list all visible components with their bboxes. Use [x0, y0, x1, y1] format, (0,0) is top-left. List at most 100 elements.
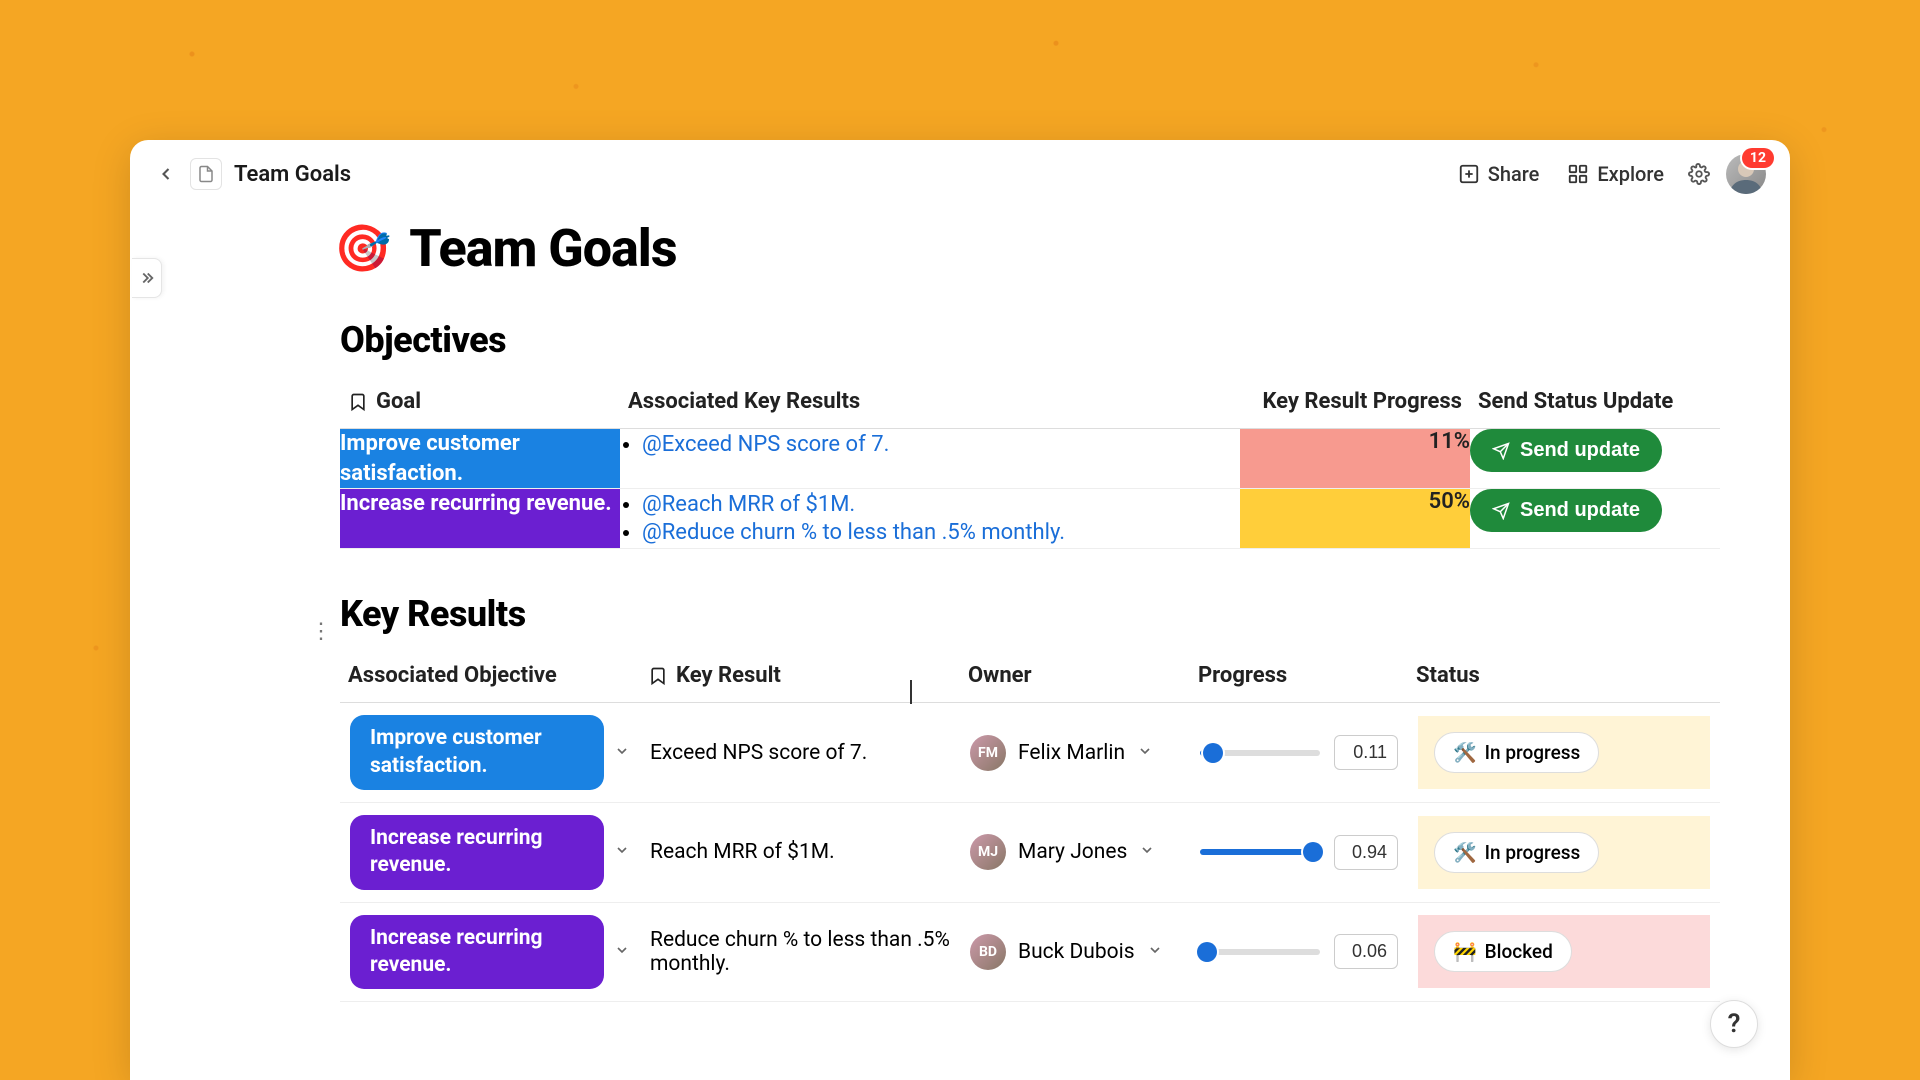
user-avatar[interactable]: 12 [1726, 154, 1766, 194]
assoc-kr-cell: @Exceed NPS score of 7. [620, 429, 1240, 489]
owner-avatar: MJ [970, 834, 1006, 870]
row-actions-button[interactable]: ⋮ [310, 619, 332, 644]
share-label: Share [1488, 162, 1540, 186]
status-cell: 🚧Blocked [1408, 902, 1720, 1002]
col-assoc-obj[interactable]: Associated Objective [340, 653, 640, 703]
gear-icon [1688, 163, 1710, 185]
progress-slider[interactable] [1200, 750, 1320, 756]
chevron-down-icon[interactable] [1137, 741, 1153, 765]
share-button[interactable]: Share [1450, 158, 1548, 190]
send-cell: Send update [1470, 489, 1720, 549]
progress-slider[interactable] [1200, 849, 1320, 855]
col-key-result[interactable]: Key Result [640, 653, 960, 703]
key-result-cell[interactable]: Reduce churn % to less than .5% monthly. [640, 902, 960, 1002]
breadcrumb-title[interactable]: Team Goals [234, 162, 351, 187]
col-status[interactable]: Status [1408, 653, 1720, 703]
progress-input[interactable] [1334, 934, 1398, 969]
status-cell: 🛠️In progress [1408, 703, 1720, 803]
key-result-cell[interactable]: Exceed NPS score of 7. [640, 703, 960, 803]
objective-pill[interactable]: Increase recurring revenue. [350, 815, 604, 890]
assoc-objective-cell: Increase recurring revenue. [340, 902, 640, 1002]
kr-link[interactable]: @Reduce churn % to less than .5% monthly… [642, 520, 1065, 545]
page-title[interactable]: Team Goals [409, 218, 676, 279]
expand-sidebar-button[interactable] [132, 258, 162, 298]
kr-link[interactable]: @Exceed NPS score of 7. [642, 432, 889, 457]
col-assoc-kr[interactable]: Associated Key Results [620, 379, 1240, 429]
assoc-objective-cell: Increase recurring revenue. [340, 802, 640, 902]
goal-cell[interactable]: Improve customer satisfaction. [340, 429, 620, 489]
table-row: Increase recurring revenue. Reach MRR of … [340, 802, 1720, 902]
col-send-update[interactable]: Send Status Update [1470, 379, 1720, 429]
owner-avatar: BD [970, 934, 1006, 970]
owner-cell: FM Felix Marlin [960, 703, 1190, 803]
objective-pill[interactable]: Increase recurring revenue. [350, 915, 604, 990]
key-result-cell[interactable]: Reach MRR of $1M. [640, 802, 960, 902]
progress-cell: 11% [1240, 429, 1470, 489]
explore-button[interactable]: Explore [1559, 158, 1672, 190]
chevron-double-right-icon [138, 269, 156, 287]
help-button[interactable]: ? [1710, 1000, 1758, 1048]
objective-pill[interactable]: Improve customer satisfaction. [350, 715, 604, 790]
progress-input[interactable] [1334, 735, 1398, 770]
document-icon[interactable] [190, 158, 222, 190]
keyresults-table: Associated Objective Key Result Owner Pr… [340, 653, 1720, 1002]
keyresults-heading: Key Results [340, 593, 1720, 635]
text-cursor [910, 680, 912, 704]
col-kr-progress[interactable]: Key Result Progress [1240, 379, 1470, 429]
explore-label: Explore [1597, 162, 1664, 186]
page-content: 🎯 Team Goals Objectives Goal Associated … [130, 208, 1790, 1080]
progress-cell [1190, 703, 1408, 803]
table-row: Improve customer satisfaction. @Exceed NP… [340, 429, 1720, 489]
kr-link[interactable]: @Reach MRR of $1M. [642, 492, 855, 517]
app-window: Team Goals Share Explore 12 🎯 Team Goals… [130, 140, 1790, 1080]
page-emoji[interactable]: 🎯 [334, 222, 391, 276]
chevron-down-icon[interactable] [614, 840, 630, 864]
bookmark-icon [348, 392, 368, 412]
owner-cell: BD Buck Dubois [960, 902, 1190, 1002]
chevron-down-icon[interactable] [1147, 940, 1163, 964]
table-row: Increase recurring revenue. Reduce churn … [340, 902, 1720, 1002]
status-chip[interactable]: 🛠️In progress [1434, 832, 1599, 873]
owner-name[interactable]: Mary Jones [1018, 840, 1127, 864]
chevron-left-icon [156, 164, 176, 184]
objectives-table: Goal Associated Key Results Key Result P… [340, 379, 1720, 549]
send-cell: Send update [1470, 429, 1720, 489]
owner-cell: MJ Mary Jones [960, 802, 1190, 902]
col-progress[interactable]: Progress [1190, 653, 1408, 703]
col-owner[interactable]: Owner [960, 653, 1190, 703]
send-icon [1492, 502, 1510, 520]
progress-cell [1190, 902, 1408, 1002]
bookmark-icon [648, 666, 668, 686]
owner-name[interactable]: Buck Dubois [1018, 940, 1135, 964]
back-button[interactable] [154, 162, 178, 186]
table-row: Increase recurring revenue.@Reach MRR of… [340, 489, 1720, 549]
send-update-button[interactable]: Send update [1470, 489, 1662, 532]
send-icon [1492, 442, 1510, 460]
help-label: ? [1728, 1009, 1741, 1039]
topbar: Team Goals Share Explore 12 [130, 140, 1790, 208]
status-chip[interactable]: 🛠️In progress [1434, 732, 1599, 773]
share-icon [1458, 163, 1480, 185]
owner-name[interactable]: Felix Marlin [1018, 741, 1125, 765]
settings-button[interactable] [1684, 159, 1714, 189]
chevron-down-icon[interactable] [1139, 840, 1155, 864]
goal-cell[interactable]: Increase recurring revenue. [340, 489, 620, 549]
objectives-heading: Objectives [340, 319, 1720, 361]
col-goal[interactable]: Goal [340, 379, 620, 429]
status-chip[interactable]: 🚧Blocked [1434, 931, 1572, 972]
send-update-button[interactable]: Send update [1470, 429, 1662, 472]
chevron-down-icon[interactable] [614, 741, 630, 765]
assoc-objective-cell: Improve customer satisfaction. [340, 703, 640, 803]
chevron-down-icon[interactable] [614, 940, 630, 964]
notification-badge: 12 [1742, 148, 1774, 168]
assoc-kr-cell: @Reach MRR of $1M. @Reduce churn % to les… [620, 489, 1240, 549]
progress-cell: 50% [1240, 489, 1470, 549]
progress-input[interactable] [1334, 835, 1398, 870]
page-title-row: 🎯 Team Goals [334, 218, 1720, 279]
progress-slider[interactable] [1200, 949, 1320, 955]
status-cell: 🛠️In progress [1408, 802, 1720, 902]
table-row: Improve customer satisfaction. Exceed NPS… [340, 703, 1720, 803]
progress-cell [1190, 802, 1408, 902]
explore-icon [1567, 163, 1589, 185]
owner-avatar: FM [970, 735, 1006, 771]
